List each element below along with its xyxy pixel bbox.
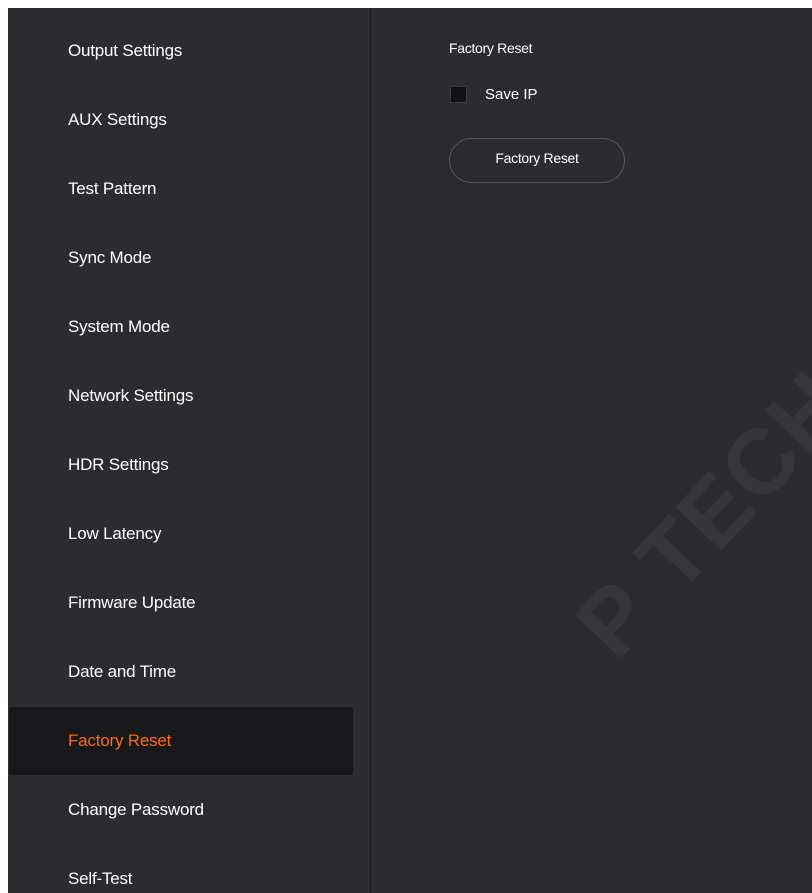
sidebar-item-label: HDR Settings <box>68 455 169 474</box>
section-title: Factory Reset <box>449 40 533 56</box>
sidebar-item-output-settings[interactable]: Output Settings <box>9 17 353 85</box>
sidebar-item-low-latency[interactable]: Low Latency <box>9 500 353 568</box>
save-ip-option[interactable]: Save IP <box>450 86 538 103</box>
factory-reset-button[interactable]: Factory Reset <box>449 138 625 183</box>
sidebar-item-self-test[interactable]: Self-Test <box>9 845 353 893</box>
sidebar-item-date-and-time[interactable]: Date and Time <box>9 638 353 706</box>
sidebar-item-label: Test Pattern <box>68 179 157 198</box>
sidebar-item-label: Date and Time <box>68 662 176 681</box>
sidebar-item-label: Self-Test <box>68 869 133 888</box>
sidebar-item-label: Firmware Update <box>68 593 196 612</box>
sidebar-item-test-pattern[interactable]: Test Pattern <box>9 155 353 223</box>
sidebar-item-change-password[interactable]: Change Password <box>9 776 353 844</box>
main-panel: Factory Reset Save IP Factory Reset <box>371 8 812 893</box>
save-ip-checkbox[interactable] <box>450 86 467 103</box>
app-window: Output Settings AUX Settings Test Patter… <box>8 8 812 893</box>
sidebar-item-network-settings[interactable]: Network Settings <box>9 362 353 430</box>
sidebar-nav: Output Settings AUX Settings Test Patter… <box>8 8 371 893</box>
sidebar-item-firmware-update[interactable]: Firmware Update <box>9 569 353 637</box>
sidebar-item-label: Change Password <box>68 800 204 819</box>
sidebar-item-system-mode[interactable]: System Mode <box>9 293 353 361</box>
sidebar-item-label: Network Settings <box>68 386 194 405</box>
sidebar-item-label: Low Latency <box>68 524 162 543</box>
sidebar-item-label: Output Settings <box>68 41 183 60</box>
sidebar-item-label: Sync Mode <box>68 248 152 267</box>
sidebar-item-label: AUX Settings <box>68 110 167 129</box>
sidebar-item-factory-reset[interactable]: Factory Reset <box>9 707 353 775</box>
sidebar-item-aux-settings[interactable]: AUX Settings <box>9 86 353 154</box>
sidebar-item-label: Factory Reset <box>68 731 172 750</box>
sidebar-item-sync-mode[interactable]: Sync Mode <box>9 224 353 292</box>
sidebar-item-label: System Mode <box>68 317 170 336</box>
sidebar-item-hdr-settings[interactable]: HDR Settings <box>9 431 353 499</box>
save-ip-label: Save IP <box>485 86 538 103</box>
